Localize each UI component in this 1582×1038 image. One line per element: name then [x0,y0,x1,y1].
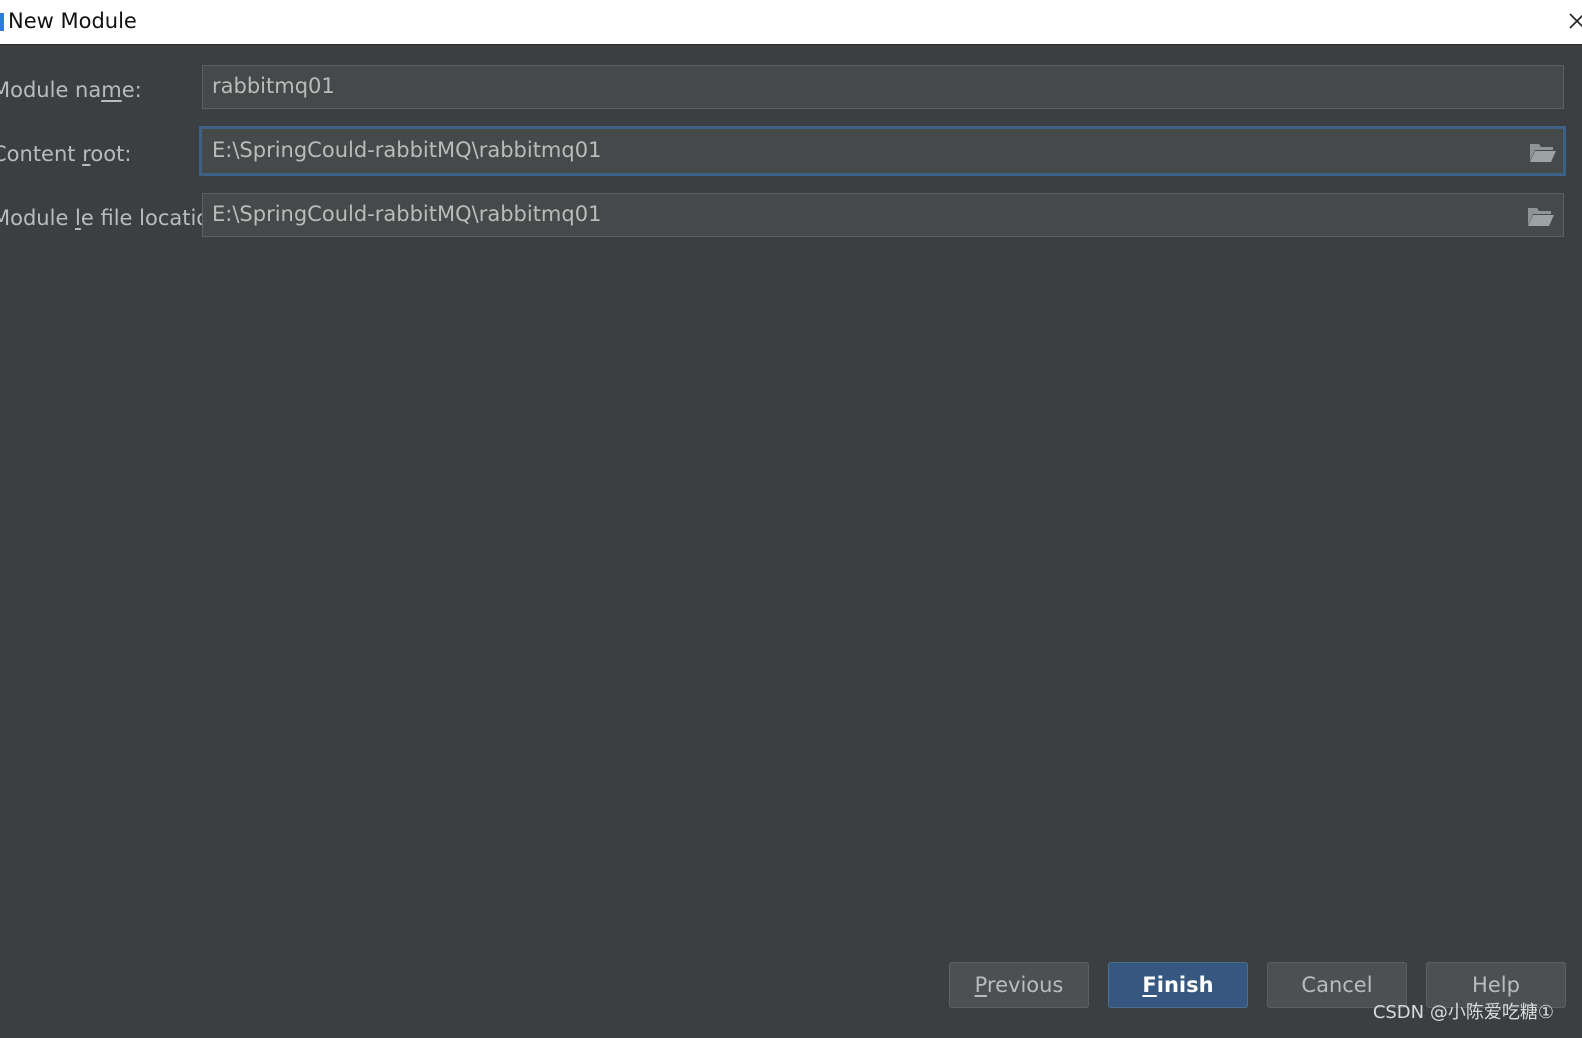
content-root-label: Content root: [0,142,132,166]
content-root-input[interactable]: E:\SpringCould-rabbitMQ\rabbitmq01 [199,126,1566,176]
watermark-text: CSDN @小陈爱吃糖① [1372,1002,1554,1023]
module-name-value: rabbitmq01 [212,74,335,98]
module-file-location-input[interactable]: E:\SpringCould-rabbitMQ\rabbitmq01 [202,193,1564,237]
previous-button[interactable]: Previous [949,962,1089,1008]
app-icon [0,13,4,31]
folder-open-icon[interactable] [1529,141,1557,163]
module-file-location-value: E:\SpringCould-rabbitMQ\rabbitmq01 [212,202,602,226]
dialog-body: Module name: rabbitmq01 Content root: E:… [0,45,1582,1038]
finish-button[interactable]: Finish [1108,962,1248,1008]
close-icon[interactable] [1566,10,1582,32]
content-root-value: E:\SpringCould-rabbitMQ\rabbitmq01 [212,138,602,162]
module-name-label: Module name: [0,78,142,102]
title-bar: New Module [0,0,1582,45]
window-title: New Module [8,9,137,33]
folder-open-icon[interactable] [1527,205,1555,227]
module-name-input[interactable]: rabbitmq01 [202,65,1564,109]
module-file-location-label: Module le file location: [0,206,230,230]
